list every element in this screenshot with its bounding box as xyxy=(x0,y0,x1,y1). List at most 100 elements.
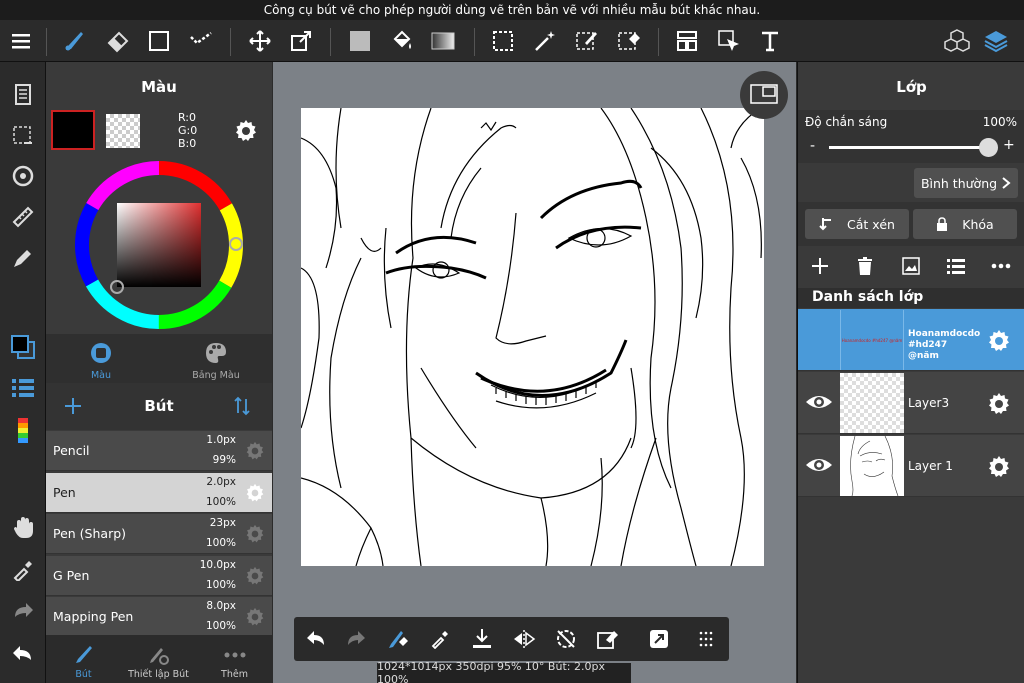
drawing-canvas[interactable] xyxy=(301,108,764,566)
delete-layer-icon[interactable] xyxy=(852,253,878,279)
pen-tool-icon[interactable] xyxy=(8,244,38,272)
layer-list-icon[interactable] xyxy=(943,253,969,279)
brush-list-icon[interactable] xyxy=(8,374,38,402)
brush-icon[interactable] xyxy=(60,27,90,55)
transform-icon[interactable] xyxy=(286,27,316,55)
secondary-color-swatch[interactable] xyxy=(106,114,140,148)
brush-opacity: 100% xyxy=(205,537,236,550)
hand-icon[interactable] xyxy=(8,514,38,542)
select-eraser-icon[interactable] xyxy=(614,27,644,55)
tab-more-label: Thêm xyxy=(221,669,248,680)
color-palette-icon[interactable] xyxy=(8,417,38,445)
layer-row[interactable]: Layer3 xyxy=(798,372,1024,434)
eyedropper-icon[interactable] xyxy=(8,556,38,584)
add-layer-icon[interactable] xyxy=(807,253,833,279)
rgb-r-value: R:0 xyxy=(178,111,197,124)
bucket-icon[interactable] xyxy=(387,27,417,55)
reference-window-icon[interactable] xyxy=(740,71,788,119)
dot-brush-icon[interactable] xyxy=(186,27,216,55)
layers-icon[interactable] xyxy=(980,26,1012,56)
brush-settings-gear-icon[interactable] xyxy=(245,566,265,590)
blend-mode-button[interactable]: Bình thường xyxy=(914,168,1018,198)
grid-menu-icon[interactable] xyxy=(692,625,720,653)
eye-icon[interactable] xyxy=(804,455,834,479)
layer-settings-gear-icon[interactable] xyxy=(987,392,1011,420)
layer-row[interactable]: Hoanamdocdo #hd247 @năm Hoanamdocdo #hd24… xyxy=(798,309,1024,371)
color-wheel[interactable] xyxy=(74,160,244,330)
pages-icon[interactable] xyxy=(8,80,38,108)
tab-brush-settings[interactable]: Thiết lập Bút xyxy=(121,640,196,683)
move-icon[interactable] xyxy=(245,27,275,55)
brush-item[interactable]: Pencil 1.0px 99% xyxy=(46,431,272,471)
select-pen-icon[interactable] xyxy=(572,27,602,55)
fill-color-icon[interactable] xyxy=(345,27,375,55)
pointer-icon[interactable] xyxy=(714,27,744,55)
opacity-plus[interactable]: + xyxy=(1003,137,1015,153)
menu-icon[interactable] xyxy=(8,29,34,53)
brush-size: 1.0px xyxy=(206,434,236,446)
selection-icon[interactable] xyxy=(8,122,38,150)
rgb-b-value: B:0 xyxy=(178,137,197,150)
save-download-icon[interactable] xyxy=(468,625,496,653)
layer-settings-gear-icon[interactable] xyxy=(987,329,1011,357)
brush-settings-gear-icon[interactable] xyxy=(245,524,265,548)
brush-settings-gear-icon[interactable] xyxy=(245,607,265,631)
redo-bottom-icon[interactable] xyxy=(342,625,370,653)
gradient-icon[interactable] xyxy=(428,27,458,55)
opacity-slider-knob[interactable] xyxy=(979,138,998,157)
eraser-icon[interactable] xyxy=(103,27,133,55)
brush-settings-gear-icon[interactable] xyxy=(245,483,265,507)
eyedropper-bottom-icon[interactable] xyxy=(426,625,454,653)
layout-icon[interactable] xyxy=(672,27,702,55)
color-tab-icon[interactable] xyxy=(86,340,116,366)
flip-horizontal-icon[interactable] xyxy=(510,625,538,653)
opacity-minus[interactable]: - xyxy=(810,138,815,154)
layer-thumbnail xyxy=(840,373,904,433)
tooltip-bar: Công cụ bút vẽ cho phép người dùng vẽ tr… xyxy=(0,0,1024,20)
canvas-area[interactable] xyxy=(273,62,796,683)
layer-row[interactable]: Layer 1 xyxy=(798,435,1024,497)
tab-brush[interactable]: Bút xyxy=(46,640,121,683)
color-tab-label[interactable]: Màu xyxy=(71,370,131,381)
layer-thumbnail-text: Hoanamdocdo #hd247 @năm xyxy=(841,337,903,343)
palette-tab-label[interactable]: Bảng Màu xyxy=(181,370,251,381)
color-settings-gear-icon[interactable] xyxy=(230,116,262,146)
magic-wand-icon[interactable] xyxy=(530,27,560,55)
opacity-slider-track[interactable] xyxy=(829,146,989,149)
clipping-button[interactable]: Cắt xén xyxy=(805,209,909,239)
tab-more[interactable]: Thêm xyxy=(197,640,272,683)
layer-settings-gear-icon[interactable] xyxy=(987,455,1011,483)
layer-image-icon[interactable] xyxy=(898,253,924,279)
layer-thumbnail xyxy=(840,435,904,497)
share-icon[interactable] xyxy=(645,625,673,653)
primary-color-swatch[interactable] xyxy=(51,110,95,150)
rotate-reset-icon[interactable] xyxy=(552,625,580,653)
materials-icon[interactable] xyxy=(941,26,973,56)
sort-brush-icon[interactable] xyxy=(229,393,255,419)
color-swatch-icon[interactable] xyxy=(7,332,39,362)
brush-eraser-toggle-icon[interactable] xyxy=(384,625,412,653)
rectangle-icon[interactable] xyxy=(144,27,174,55)
layer-more-icon[interactable] xyxy=(988,253,1014,279)
select-rect-icon[interactable] xyxy=(488,27,518,55)
brush-item[interactable]: Mapping Pen 8.0px 100% xyxy=(46,597,272,638)
redo-icon[interactable] xyxy=(8,597,38,625)
lock-button[interactable]: Khóa xyxy=(913,209,1017,239)
eye-icon[interactable] xyxy=(804,392,834,416)
brush-item[interactable]: G Pen 10.0px 100% xyxy=(46,555,272,596)
tab-brush-label: Bút xyxy=(75,669,92,680)
brush-name: Pen (Sharp) xyxy=(53,526,127,542)
undo-bottom-icon[interactable] xyxy=(302,625,330,653)
brush-item[interactable]: Pen 2.0px 100% xyxy=(46,472,272,513)
undo-icon[interactable] xyxy=(8,640,38,668)
rotate-icon[interactable] xyxy=(8,162,38,190)
brush-item[interactable]: Pen (Sharp) 23px 100% xyxy=(46,514,272,555)
ruler-icon[interactable] xyxy=(8,203,38,231)
canvas-bottom-toolbar xyxy=(294,617,729,661)
text-icon[interactable] xyxy=(755,27,785,55)
palette-tab-icon[interactable] xyxy=(201,340,231,366)
clear-layer-icon[interactable] xyxy=(594,625,622,653)
brush-name: Pencil xyxy=(53,443,90,458)
brush-settings-gear-icon[interactable] xyxy=(245,441,265,465)
opacity-label: Độ chắn sáng xyxy=(805,115,888,129)
